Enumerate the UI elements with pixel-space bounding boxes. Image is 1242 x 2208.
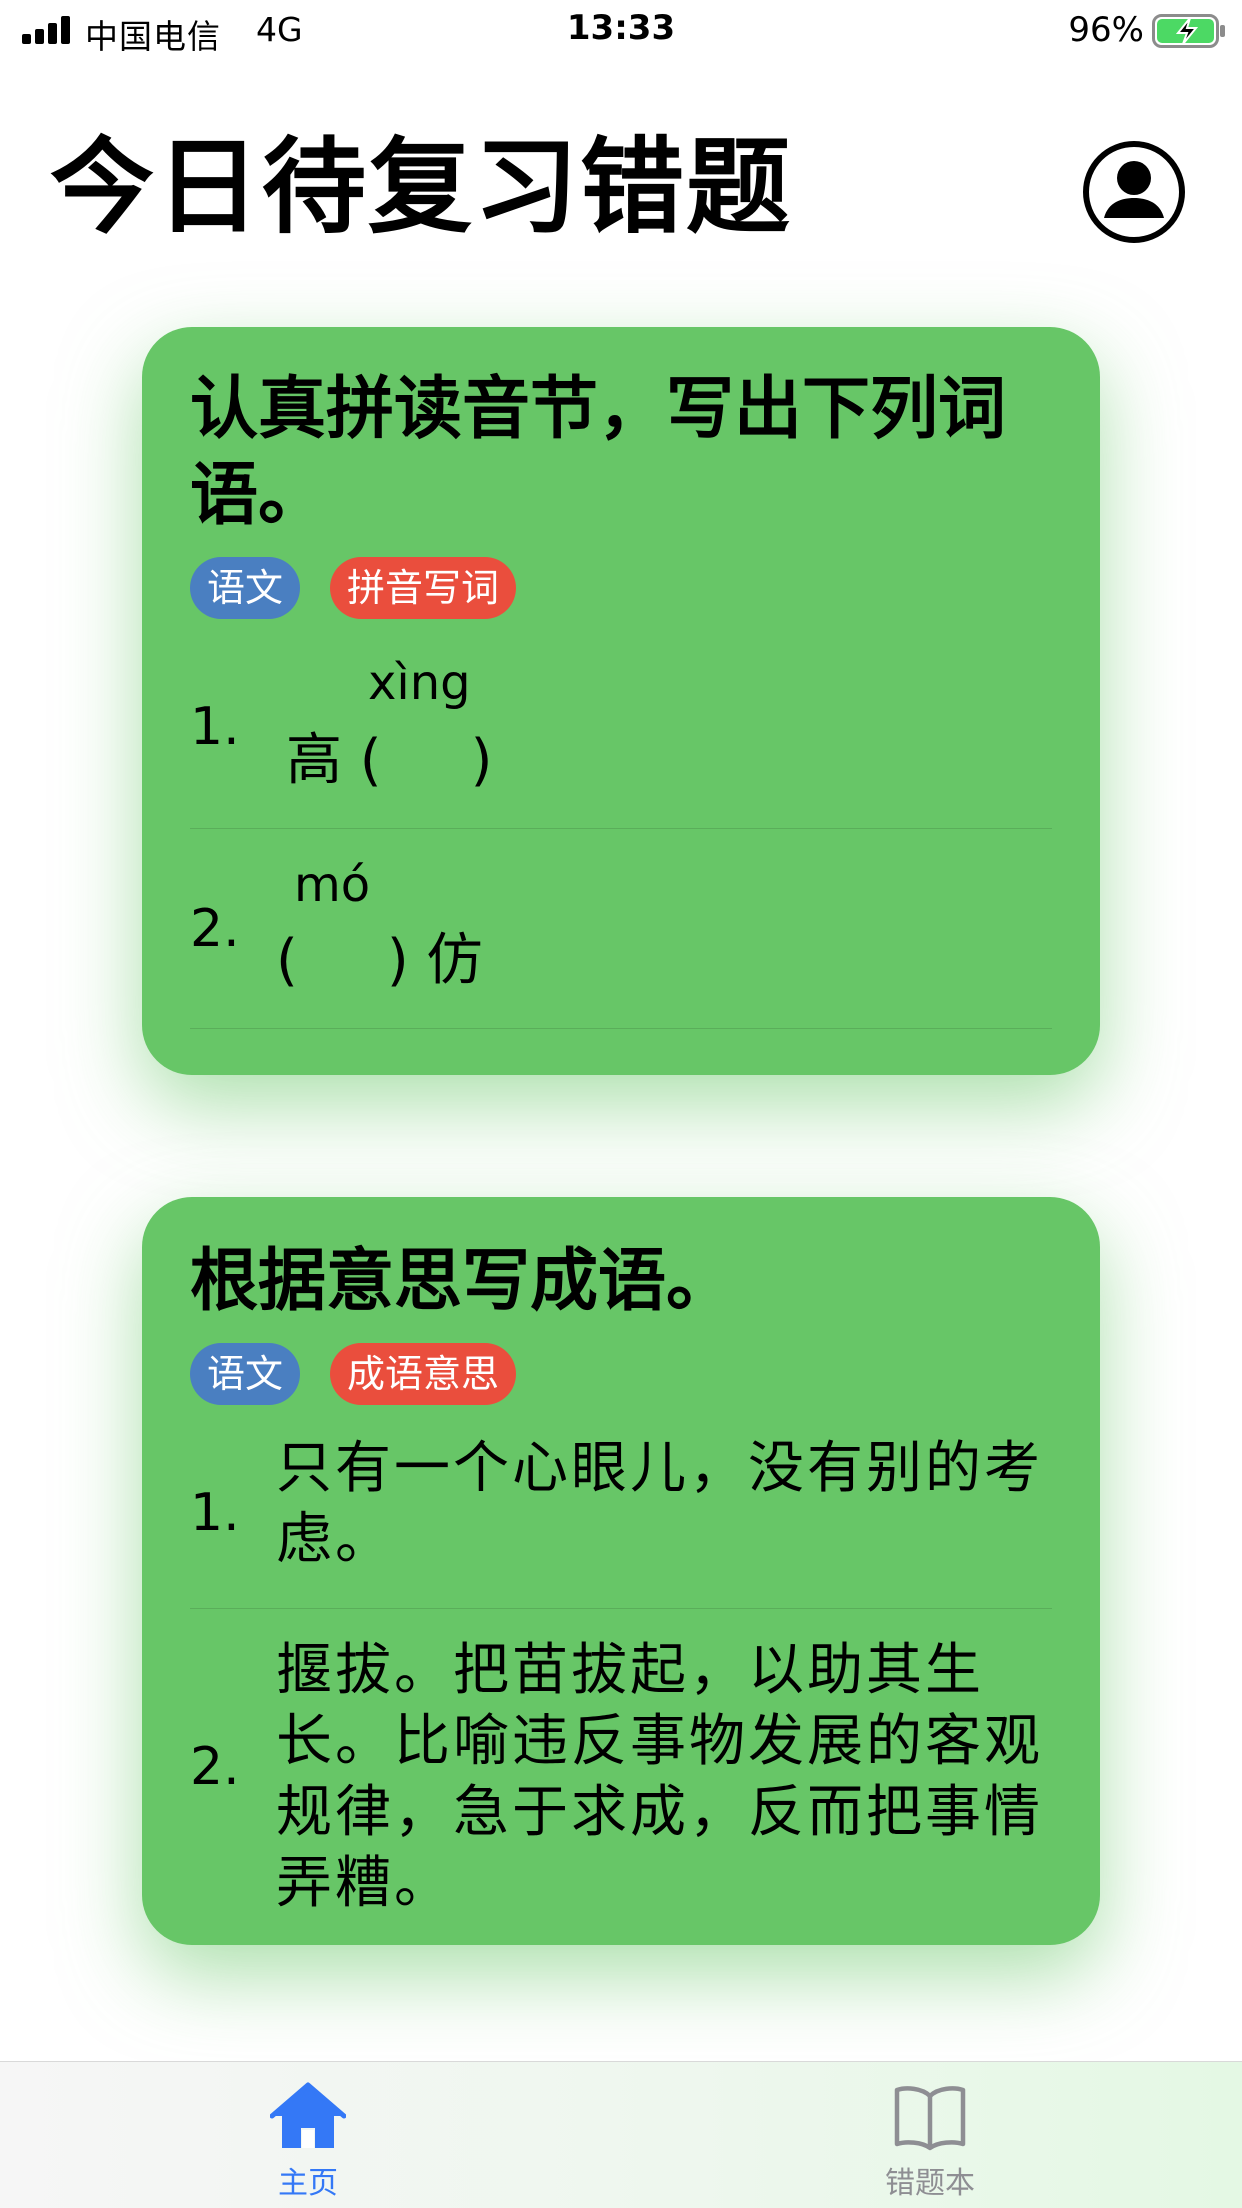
question-list: 1. xìng 高 ( ) 2. mó ( ) 仿 bbox=[190, 629, 1052, 1029]
status-time: 13:33 bbox=[566, 8, 676, 48]
home-icon bbox=[270, 2082, 346, 2148]
question-item[interactable]: 1. 只有一个心眼儿，没有别的考虑。 bbox=[190, 1415, 1052, 1609]
tag-list: 语文 拼音写词 bbox=[190, 557, 1052, 619]
battery-percent: 96% bbox=[1068, 10, 1144, 50]
user-circle-icon[interactable] bbox=[1082, 138, 1186, 246]
question-item[interactable]: 1. xìng 高 ( ) bbox=[190, 629, 1052, 829]
tab-mistake-book[interactable]: 错题本 bbox=[850, 2082, 1010, 2202]
tag-list: 语文 成语意思 bbox=[190, 1343, 1052, 1405]
tab-bar: 主页 错题本 bbox=[0, 2061, 1242, 2208]
pinyin-text: xìng bbox=[368, 655, 471, 711]
card-title: 根据意思写成语。 bbox=[190, 1242, 735, 1321]
subject-tag: 语文 bbox=[190, 1343, 301, 1405]
battery-charging-icon bbox=[1152, 14, 1225, 48]
card-title: 认真拼读音节，写出下列词语。 bbox=[190, 370, 1007, 535]
question-number: 1. bbox=[190, 1483, 240, 1543]
tab-home[interactable]: 主页 bbox=[228, 2082, 388, 2202]
topic-tag: 拼音写词 bbox=[330, 557, 517, 619]
question-list: 1. 只有一个心眼儿，没有别的考虑。 2. 揠拔。把苗拔起，以助其生长。比喻违反… bbox=[190, 1415, 1052, 1929]
question-item[interactable]: 2. mó ( ) 仿 bbox=[190, 829, 1052, 1029]
topic-tag: 成语意思 bbox=[330, 1343, 517, 1405]
question-item[interactable]: 2. 揠拔。把苗拔起，以助其生长。比喻违反事物发展的客观规律，急于求成，反而把事… bbox=[190, 1609, 1052, 1929]
book-icon bbox=[894, 2086, 966, 2151]
question-number: 2. bbox=[190, 1737, 240, 1797]
subject-tag: 语文 bbox=[190, 557, 301, 619]
question-number: 1. bbox=[190, 697, 240, 757]
question-text: 只有一个心眼儿，没有别的考虑。 bbox=[276, 1436, 1043, 1572]
status-bar: 中国电信 4G 13:33 96% bbox=[0, 0, 1242, 62]
question-card[interactable]: 根据意思写成语。 语文 成语意思 1. 只有一个心眼儿，没有别的考虑。 2. 揠… bbox=[142, 1197, 1100, 1945]
question-text: ( ) 仿 bbox=[276, 928, 483, 993]
question-text: 揠拔。把苗拔起，以助其生长。比喻违反事物发展的客观规律，急于求成，反而把事情弄糟… bbox=[276, 1638, 1043, 1916]
question-card[interactable]: 认真拼读音节，写出下列词语。 语文 拼音写词 1. xìng 高 ( ) 2. … bbox=[142, 327, 1100, 1075]
pinyin-text: mó bbox=[294, 857, 371, 913]
page-title: 今日待复习错题 bbox=[50, 126, 793, 248]
question-number: 2. bbox=[190, 899, 240, 959]
screen: 中国电信 4G 13:33 96% 今日待复习错题 认真拼读音节，写出下列词语。… bbox=[0, 0, 1242, 2208]
tab-label: 错题本 bbox=[885, 2166, 975, 2201]
question-text: 高 ( ) bbox=[286, 728, 493, 793]
tab-label: 主页 bbox=[278, 2166, 338, 2201]
